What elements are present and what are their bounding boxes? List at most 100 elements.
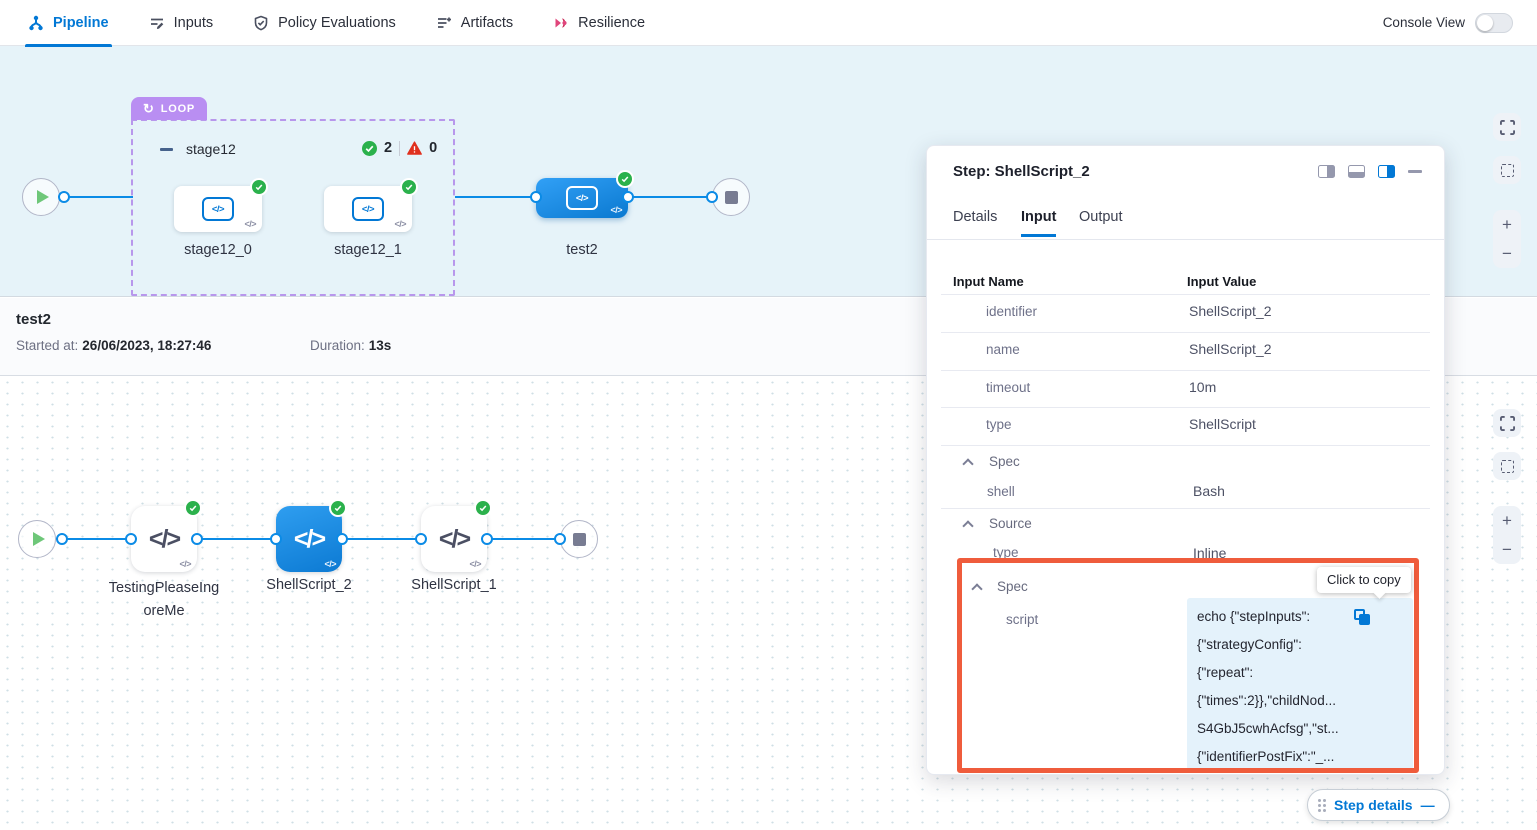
- zoom-control: + −: [1493, 506, 1521, 564]
- row-name: identifier: [986, 304, 1037, 319]
- script-value-block[interactable]: echo {"stepInputs": {"strategyConfig": {…: [1187, 598, 1413, 770]
- chevron-up-icon[interactable]: [962, 458, 973, 469]
- edge-line: [62, 538, 131, 540]
- row-name: type: [986, 417, 1012, 432]
- row-name-script: script: [1006, 612, 1038, 627]
- connector-port: [415, 533, 427, 545]
- step-node-stage12_1[interactable]: </> </>: [324, 186, 412, 232]
- zoom-in-button[interactable]: +: [1502, 512, 1512, 529]
- console-view-toggle[interactable]: [1475, 13, 1513, 33]
- connector-port: [336, 533, 348, 545]
- stage-name[interactable]: stage12: [186, 141, 236, 157]
- connector-port: [58, 191, 70, 203]
- chevron-up-icon[interactable]: [962, 520, 973, 531]
- tab-policy-evaluations[interactable]: Policy Evaluations: [253, 0, 396, 46]
- marquee-select-button[interactable]: [1493, 156, 1521, 184]
- play-icon: [33, 532, 45, 546]
- start-node[interactable]: [18, 520, 56, 558]
- dock-bottom-icon[interactable]: [1348, 165, 1365, 178]
- tab-artifacts[interactable]: Artifacts: [436, 0, 513, 46]
- zoom-control: + −: [1493, 210, 1521, 268]
- step-node-shellscript2-selected[interactable]: </> </>: [276, 506, 342, 572]
- duration: Duration:13s: [310, 338, 391, 353]
- edge-line: [455, 196, 536, 198]
- shell-script-icon: </>: [439, 525, 469, 554]
- step-details-button[interactable]: Step details —: [1307, 789, 1450, 821]
- collapse-icon: —: [1421, 797, 1435, 813]
- connector-port: [270, 533, 282, 545]
- connector-port: [481, 533, 493, 545]
- tab-policy-evaluations-label: Policy Evaluations: [278, 15, 396, 31]
- stop-icon: [573, 533, 586, 546]
- connector-port: [191, 533, 203, 545]
- script-line: {"times":2}},"childNod...: [1197, 687, 1403, 715]
- stage-summary-title: test2: [16, 311, 51, 328]
- step-node-label: TestingPleaseIngoreMe: [108, 577, 220, 623]
- column-header-input-name: Input Name: [953, 274, 1024, 289]
- step-node-label: stage12_1: [324, 242, 412, 258]
- tab-resilience[interactable]: Resilience: [553, 0, 645, 46]
- edge-line: [628, 196, 712, 198]
- marquee-select-button[interactable]: [1493, 452, 1521, 480]
- section-label-spec: Spec: [989, 454, 1020, 469]
- script-line: {"identifierPostFix":"_...: [1197, 743, 1403, 770]
- row-divider: [941, 407, 1430, 408]
- minimize-icon[interactable]: [1408, 170, 1422, 173]
- code-mini-icon: </>: [394, 219, 406, 229]
- warning-count: 0: [429, 140, 437, 156]
- start-node[interactable]: [22, 178, 60, 216]
- success-badge-icon: [616, 170, 634, 188]
- row-name: type: [993, 545, 1019, 560]
- tab-divider: [927, 239, 1444, 240]
- fullscreen-button[interactable]: [1493, 409, 1521, 437]
- shell-script-icon: </>: [149, 525, 179, 554]
- section-label-source: Source: [989, 516, 1032, 531]
- copy-icon[interactable]: [1354, 609, 1371, 626]
- connector-port: [530, 191, 542, 203]
- code-mini-icon: </>: [610, 205, 622, 215]
- panel-window-controls: [1318, 165, 1422, 178]
- edge-line: [197, 538, 276, 540]
- row-value: ShellScript: [1189, 416, 1256, 432]
- console-view-label: Console View: [1383, 15, 1465, 30]
- connector-port: [622, 191, 634, 203]
- success-badge-icon: [474, 499, 492, 517]
- list-plus-icon: [436, 15, 452, 31]
- collapse-stage-icon[interactable]: [160, 148, 173, 151]
- step-node-testingpleaseingoreme[interactable]: </> </>: [131, 506, 197, 572]
- fullscreen-button[interactable]: [1493, 113, 1521, 141]
- row-name: shell: [987, 484, 1015, 499]
- dock-right-icon[interactable]: [1318, 165, 1335, 178]
- zoom-out-button[interactable]: −: [1502, 541, 1512, 558]
- row-value: 10m: [1189, 379, 1216, 395]
- script-line: {"strategyConfig":: [1197, 631, 1403, 659]
- chevron-up-icon[interactable]: [971, 583, 982, 594]
- row-value: ShellScript_2: [1189, 341, 1272, 357]
- dock-right-active-icon[interactable]: [1378, 165, 1395, 178]
- panel-tab-input[interactable]: Input: [1021, 209, 1056, 237]
- zoom-out-button[interactable]: −: [1502, 245, 1512, 262]
- tab-inputs-label: Inputs: [174, 15, 214, 31]
- toggle-knob: [1477, 15, 1493, 31]
- script-line: S4GbJ5cwhAcfsg","st...: [1197, 715, 1403, 743]
- copy-tooltip: Click to copy: [1317, 567, 1411, 593]
- stage-node-test2-selected[interactable]: </> </>: [536, 178, 628, 218]
- drag-handle-icon: [1318, 799, 1326, 812]
- step-node-shellscript1[interactable]: </> </>: [421, 506, 487, 572]
- step-node-stage12_0[interactable]: </> </>: [174, 186, 262, 232]
- tab-pipeline[interactable]: Pipeline: [28, 0, 109, 46]
- status-separator: [399, 141, 400, 156]
- panel-tab-output[interactable]: Output: [1079, 209, 1123, 234]
- connector-port: [554, 533, 566, 545]
- panel-tab-details[interactable]: Details: [953, 209, 997, 234]
- plugin-step-icon: </>: [202, 197, 234, 221]
- zoom-in-button[interactable]: +: [1502, 216, 1512, 233]
- step-node-label: stage12_0: [174, 242, 262, 258]
- tab-inputs[interactable]: Inputs: [149, 0, 214, 46]
- loop-icon: ↻: [143, 101, 155, 117]
- started-at: Started at:26/06/2023, 18:27:46: [16, 338, 211, 353]
- success-count-icon: [362, 141, 377, 156]
- section-label-spec: Spec: [997, 579, 1028, 594]
- duration-label: Duration:: [310, 338, 365, 353]
- inputs-icon: [149, 15, 165, 31]
